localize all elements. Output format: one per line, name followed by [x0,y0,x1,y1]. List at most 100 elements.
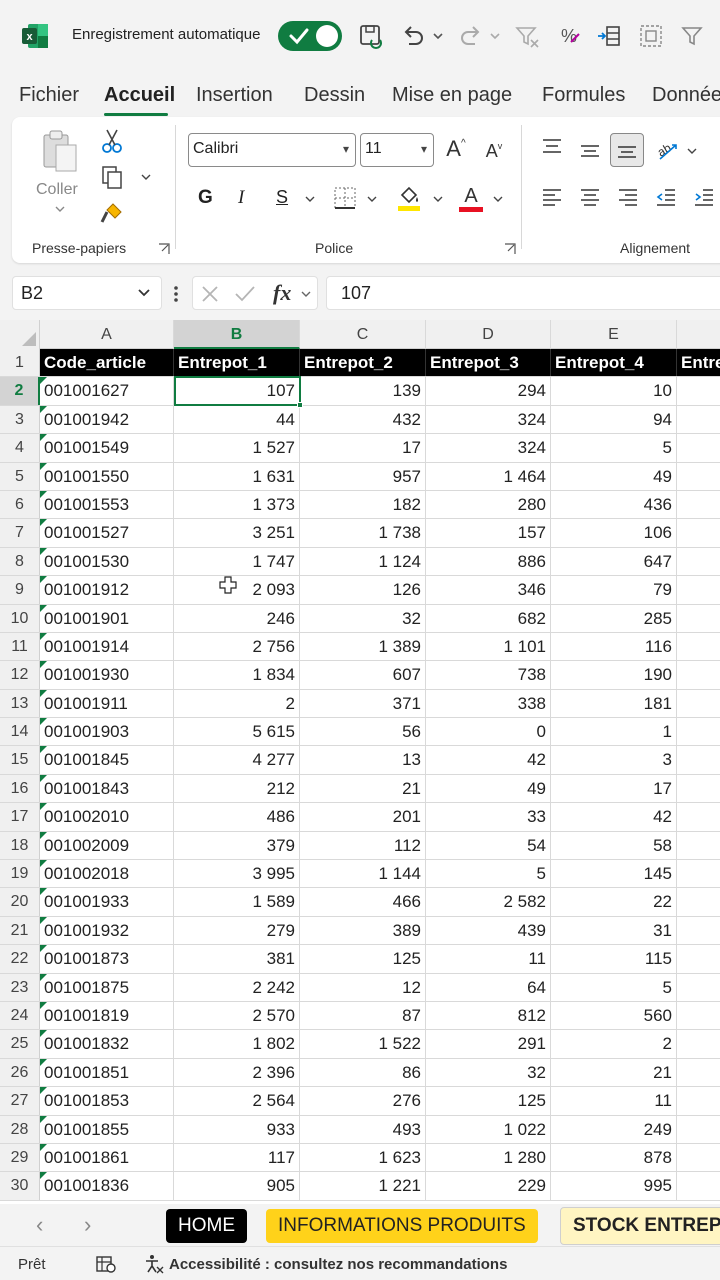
row-number[interactable]: 14 [0,718,40,746]
grid-cell[interactable]: 125 [426,1087,551,1115]
grid-cell[interactable]: 1 623 [300,1143,426,1172]
grid-cell[interactable]: 001001819 [40,1001,174,1030]
grid-cell[interactable] [677,746,720,773]
grid-cell[interactable] [677,1087,720,1114]
column-header-b[interactable]: B [174,320,300,349]
grid-cell[interactable]: 145 [551,860,677,888]
font-launcher-icon[interactable] [502,241,518,257]
header-cell[interactable]: Code_article [40,349,174,377]
copy-icon[interactable] [98,163,126,191]
grid-cell[interactable]: 2 564 [174,1087,300,1115]
grid-cell[interactable]: 001001901 [40,604,174,632]
grid-cell[interactable]: 2 [174,689,300,718]
grid-cell[interactable]: 886 [426,547,551,576]
tab-accueil[interactable]: Accueil [104,84,175,107]
paste-dropdown-icon[interactable] [52,203,68,215]
grid-cell[interactable]: 001001903 [40,718,174,746]
grid-cell[interactable]: 493 [300,1115,426,1143]
font-color-button[interactable]: A [456,181,486,215]
grid-cell[interactable]: 338 [426,689,551,718]
grid-cell[interactable]: 4 277 [174,746,300,774]
grid-cell[interactable]: 001001911 [40,689,174,718]
sheet-tab-home[interactable]: HOME [166,1209,247,1243]
grid-cell[interactable]: 001001875 [40,973,174,1001]
cut-icon[interactable] [98,127,126,155]
grid-cell[interactable]: 58 [551,831,677,860]
grid-cell[interactable]: 371 [300,689,426,718]
grid-cell[interactable]: 2 756 [174,632,300,661]
fx-dropdown-icon[interactable] [299,287,313,301]
spreadsheet-grid[interactable]: A B C D E 1 Code_article Entrepot_1 Entr… [0,320,720,1204]
grid-cell[interactable]: 1 389 [300,632,426,661]
tab-mise-en-page[interactable]: Mise en page [392,84,512,107]
grid-cell[interactable]: 1 280 [426,1143,551,1172]
percent-style-icon[interactable]: % [554,20,584,52]
align-right-icon[interactable] [614,183,642,211]
row-number[interactable]: 25 [0,1030,40,1058]
grid-cell[interactable]: 1 022 [426,1115,551,1143]
grid-cell[interactable] [677,661,720,688]
grid-cell[interactable]: 436 [551,490,677,519]
grid-cell[interactable]: 64 [426,973,551,1001]
grid-cell[interactable]: 276 [300,1087,426,1115]
grid-cell[interactable]: 389 [300,916,426,945]
grid-cell[interactable]: 1 589 [174,888,300,916]
grid-cell[interactable]: 001001933 [40,888,174,916]
fill-color-icon[interactable] [394,181,424,215]
decrease-indent-icon[interactable] [652,183,680,211]
row-number[interactable]: 6 [0,490,40,519]
grid-cell[interactable]: 324 [426,434,551,462]
font-color-dropdown-icon[interactable] [490,191,506,207]
grid-cell[interactable]: 001002018 [40,860,174,888]
row-number[interactable]: 19 [0,860,40,888]
orientation-icon[interactable]: ab [652,135,682,165]
grid-cell[interactable]: 607 [300,661,426,689]
grid-cell[interactable] [677,917,720,944]
grid-cell[interactable]: 1 373 [174,490,300,519]
undo-icon[interactable] [398,20,428,52]
grid-cell[interactable] [677,690,720,717]
tab-dessin[interactable]: Dessin [304,84,365,107]
grid-cell[interactable]: 279 [174,916,300,945]
row-number[interactable]: 28 [0,1115,40,1143]
grid-cell[interactable]: 001001912 [40,576,174,604]
grid-cell[interactable]: 001001530 [40,547,174,576]
grid-cell[interactable]: 32 [426,1058,551,1087]
grid-cell[interactable]: 117 [174,1143,300,1172]
grid-cell[interactable]: 12 [300,973,426,1001]
grid-cell[interactable]: 381 [174,945,300,973]
grid-cell[interactable]: 79 [551,576,677,604]
grid-cell[interactable]: 44 [174,405,300,434]
grid-cell[interactable]: 94 [551,405,677,434]
grid-cell[interactable]: 001001855 [40,1115,174,1143]
formula-input[interactable]: 107 [326,276,720,310]
grid-cell[interactable]: 190 [551,661,677,689]
grid-cell[interactable]: 432 [300,405,426,434]
grid-cell[interactable]: 1 464 [426,462,551,490]
grid-cell[interactable] [677,548,720,575]
grid-cell[interactable] [677,1059,720,1086]
row-number[interactable]: 26 [0,1058,40,1087]
row-number[interactable]: 12 [0,661,40,689]
italic-button[interactable]: I [238,187,244,209]
row-number[interactable]: 3 [0,405,40,434]
grid-cell[interactable]: 1 [551,718,677,746]
grid-cell[interactable]: 346 [426,576,551,604]
grid-cell[interactable]: 001001914 [40,632,174,661]
grid-cell[interactable]: 246 [174,604,300,632]
grid-cell[interactable]: 001001930 [40,661,174,689]
grid-cell[interactable]: 285 [551,604,677,632]
header-cell[interactable]: Entrepot_1 [174,349,300,377]
grid-cell[interactable]: 125 [300,945,426,973]
grid-cell[interactable]: 280 [426,490,551,519]
enter-icon[interactable] [233,283,257,305]
grid-cell[interactable]: 2 570 [174,1001,300,1030]
grid-cell[interactable]: 560 [551,1001,677,1030]
grid-cell[interactable] [677,974,720,1001]
save-icon[interactable] [356,20,386,52]
scroll-tabs-left-icon[interactable]: ‹ [36,1212,43,1238]
bold-button[interactable]: G [198,187,213,209]
sheet-tab-stock-entrepots[interactable]: STOCK ENTREPOTS [560,1207,720,1245]
grid-cell[interactable] [677,1030,720,1057]
grid-cell[interactable] [677,434,720,461]
